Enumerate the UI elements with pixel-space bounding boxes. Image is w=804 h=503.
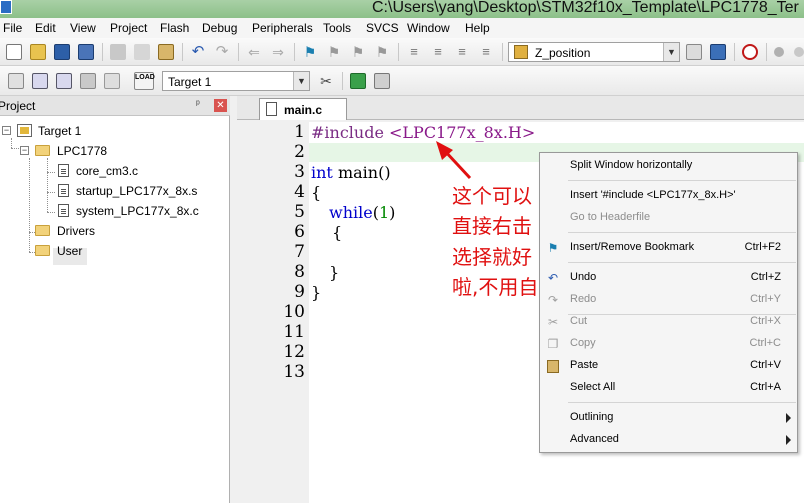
annotation-text-line-3: 选择就好	[452, 245, 532, 269]
menu-item-shortcut: Ctrl+F2	[744, 241, 781, 253]
menu-item-shortcut: Ctrl+X	[750, 315, 781, 327]
menu-item-advanced[interactable]: Advanced	[540, 429, 797, 451]
menu-item-label: Insert/Remove Bookmark	[570, 241, 695, 253]
submenu-arrow-icon	[786, 435, 791, 445]
menu-item-label: Redo	[570, 293, 597, 305]
menu-item-shortcut: Ctrl+C	[749, 337, 781, 349]
menu-separator	[568, 180, 796, 181]
menu-item-label: Select All	[570, 381, 616, 393]
menu-item-insert-include[interactable]: Insert '#include <LPC177x_8x.H>'	[540, 185, 797, 207]
menu-item-label: Advanced	[570, 433, 619, 445]
menu-item-label: Outlining	[570, 411, 614, 423]
menu-item-split-window[interactable]: Split Window horizontally	[540, 155, 797, 177]
menu-item-label: Cut	[570, 315, 588, 327]
menu-item-label: Copy	[570, 337, 596, 349]
bookmark-flag-icon: ⚑	[547, 241, 559, 255]
arrow-to-include	[436, 141, 472, 180]
menu-item-undo[interactable]: ↶ Undo Ctrl+Z	[540, 267, 797, 289]
menu-item-select-all[interactable]: Select All Ctrl+A	[540, 377, 797, 399]
menu-item-bookmark[interactable]: ⚑ Insert/Remove Bookmark Ctrl+F2	[540, 237, 797, 259]
undo-icon: ↶	[547, 271, 559, 285]
menu-separator	[568, 232, 796, 233]
context-menu: Split Window horizontally Insert '#inclu…	[539, 152, 798, 453]
submenu-arrow-icon	[786, 413, 791, 423]
menu-separator	[568, 262, 796, 263]
menu-item-label: Go to Headerfile	[570, 211, 651, 223]
menu-item-shortcut: Ctrl+V	[750, 359, 781, 371]
menu-item-shortcut: Ctrl+Y	[750, 293, 781, 305]
menu-item-label: Paste	[570, 359, 599, 371]
paste-icon	[547, 360, 559, 373]
menu-item-shortcut: Ctrl+Z	[750, 271, 781, 283]
menu-item-go-to-headerfile[interactable]: Go to Headerfile	[540, 207, 797, 229]
menu-item-shortcut: Ctrl+A	[750, 381, 781, 393]
menu-item-outlining[interactable]: Outlining	[540, 407, 797, 429]
scissors-icon: ✂	[547, 315, 559, 329]
menu-item-label: Split Window horizontally	[570, 159, 693, 171]
menu-separator	[568, 402, 796, 403]
menu-item-copy[interactable]: ❐ Copy Ctrl+C	[540, 333, 797, 355]
menu-item-label: Insert '#include <LPC177x_8x.H>'	[570, 189, 736, 201]
menu-item-paste[interactable]: Paste Ctrl+V	[540, 355, 797, 377]
redo-icon: ↷	[547, 293, 559, 307]
annotation-text-line-1: 这个可以	[452, 184, 532, 208]
annotation-text-line-2: 直接右击	[452, 214, 532, 238]
menu-item-label: Undo	[570, 271, 597, 283]
copy-icon: ❐	[547, 337, 559, 351]
menu-item-redo[interactable]: ↷ Redo Ctrl+Y	[540, 289, 797, 311]
menu-item-cut[interactable]: ✂ Cut Ctrl+X	[540, 311, 797, 333]
